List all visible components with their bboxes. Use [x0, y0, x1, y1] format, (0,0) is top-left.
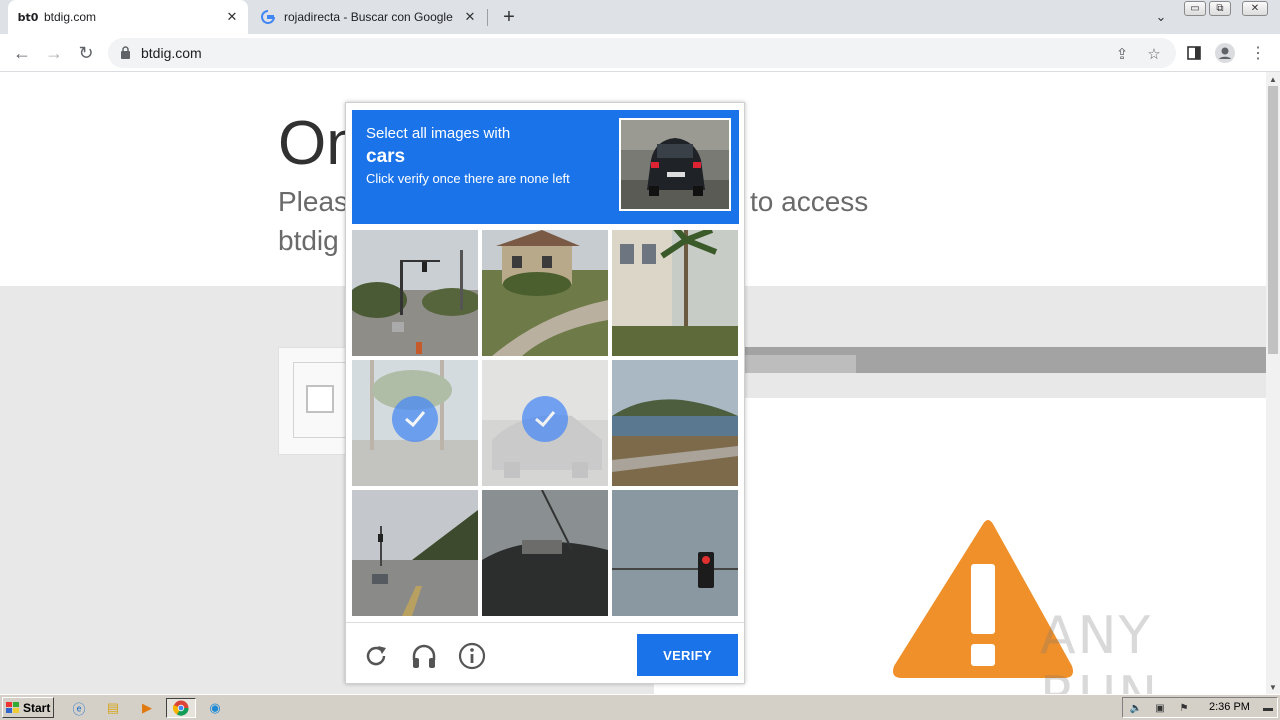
captcha-footer: VERIFY — [346, 622, 744, 684]
captcha-tile-4[interactable] — [352, 360, 478, 486]
selected-check-icon — [392, 396, 438, 442]
url-text: btdig.com — [141, 45, 202, 61]
tab-separator — [487, 9, 488, 26]
captcha-tile-1[interactable] — [352, 230, 478, 356]
tab-title: btdig.com — [44, 10, 97, 24]
gray-banner-tab — [740, 355, 856, 373]
captcha-tile-7[interactable] — [352, 490, 478, 616]
scroll-thumb[interactable] — [1268, 86, 1278, 354]
side-panel-icon[interactable] — [1184, 43, 1204, 63]
captcha-tile-8[interactable] — [482, 490, 608, 616]
challenge-checkbox-frame — [293, 362, 353, 438]
internet-explorer-icon[interactable]: ⓔ — [68, 698, 90, 718]
challenge-checkbox[interactable] — [306, 385, 334, 413]
bookmark-star-icon[interactable]: ☆ — [1145, 45, 1163, 63]
captcha-target: cars — [366, 146, 406, 167]
speaker-icon[interactable]: 🔈 — [1129, 701, 1143, 715]
window-close-icon[interactable]: ✕ — [1242, 1, 1268, 16]
browser-toolbar: ← → ↻ btdig.com ⇪ ☆ ⋮ — [0, 34, 1280, 72]
windows-flag-icon — [6, 701, 19, 713]
tab-strip: bt0 btdig.com ✕ rojadirecta - Buscar con… — [0, 0, 1280, 34]
tab-google[interactable]: rojadirecta - Buscar con Google ✕ — [250, 0, 486, 34]
refresh-icon[interactable] — [362, 642, 390, 670]
chrome-icon[interactable] — [166, 698, 196, 718]
info-icon[interactable] — [458, 642, 486, 670]
anyrun-watermark: ANY RUN — [1040, 606, 1157, 694]
tab-title: rojadirecta - Buscar con Google — [284, 10, 453, 24]
share-icon[interactable]: ⇪ — [1113, 45, 1131, 63]
start-button[interactable]: Start — [2, 697, 54, 718]
clock: 2:36 PM — [1209, 701, 1250, 713]
flag-icon[interactable]: ⚑ — [1177, 701, 1191, 715]
address-bar[interactable]: btdig.com ⇪ ☆ — [108, 38, 1176, 68]
edge-icon[interactable]: ◉ — [204, 698, 226, 718]
headphones-icon[interactable] — [410, 642, 438, 670]
captcha-hint: Click verify once there are none left — [366, 171, 570, 186]
captcha-tile-2[interactable] — [482, 230, 608, 356]
captcha-example-image — [619, 118, 731, 211]
lock-icon — [121, 46, 130, 59]
subtext-line1-right: to access — [750, 186, 869, 217]
new-tab-plus-icon[interactable]: + — [498, 6, 520, 28]
minimize-icon[interactable]: ▭ — [1184, 1, 1206, 16]
network-icon[interactable]: ▣ — [1153, 701, 1167, 715]
tab-btdig[interactable]: bt0 btdig.com ✕ — [8, 0, 248, 34]
selected-check-icon — [522, 396, 568, 442]
back-arrow-icon[interactable]: ← — [10, 41, 34, 65]
reload-icon[interactable]: ↻ — [74, 41, 98, 65]
google-favicon-icon — [260, 9, 276, 25]
profile-avatar-icon[interactable] — [1215, 43, 1235, 63]
captcha-instruction: Select all images with — [366, 125, 511, 142]
captcha-dialog: Select all images with cars Click verify… — [345, 102, 745, 684]
system-tray: 🔈 ▣ ⚑ 2:36 PM ▬ — [1122, 697, 1278, 718]
page-scrollbar[interactable]: ▲ ▼ — [1266, 72, 1280, 694]
tab-search-chevron-icon[interactable]: ⌄ — [1150, 6, 1172, 28]
close-icon[interactable]: ✕ — [460, 7, 480, 27]
scroll-up-arrow-icon[interactable]: ▲ — [1266, 72, 1280, 86]
forward-arrow-icon[interactable]: → — [42, 41, 66, 65]
media-player-icon[interactable]: ▶ — [136, 698, 158, 718]
captcha-tile-3[interactable] — [612, 230, 738, 356]
taskbar: Start ⓔ ▤ ▶ ◉ 🔈 ▣ ⚑ 2:36 PM ▬ — [0, 694, 1280, 720]
verify-button[interactable]: VERIFY — [637, 634, 738, 676]
captcha-tile-5[interactable] — [482, 360, 608, 486]
show-desktop-icon[interactable]: ▬ — [1261, 701, 1275, 715]
captcha-prompt: Select all images with cars Click verify… — [352, 110, 739, 224]
btdig-favicon-icon: bt0 — [17, 10, 39, 24]
menu-kebab-icon[interactable]: ⋮ — [1248, 43, 1268, 63]
restore-icon[interactable]: ⧉ — [1209, 1, 1231, 16]
close-icon[interactable]: ✕ — [222, 7, 242, 27]
captcha-tile-6[interactable] — [612, 360, 738, 486]
start-label: Start — [23, 700, 51, 715]
folder-icon[interactable]: ▤ — [102, 698, 124, 718]
captcha-tile-9[interactable] — [612, 490, 738, 616]
scroll-down-arrow-icon[interactable]: ▼ — [1266, 680, 1280, 694]
